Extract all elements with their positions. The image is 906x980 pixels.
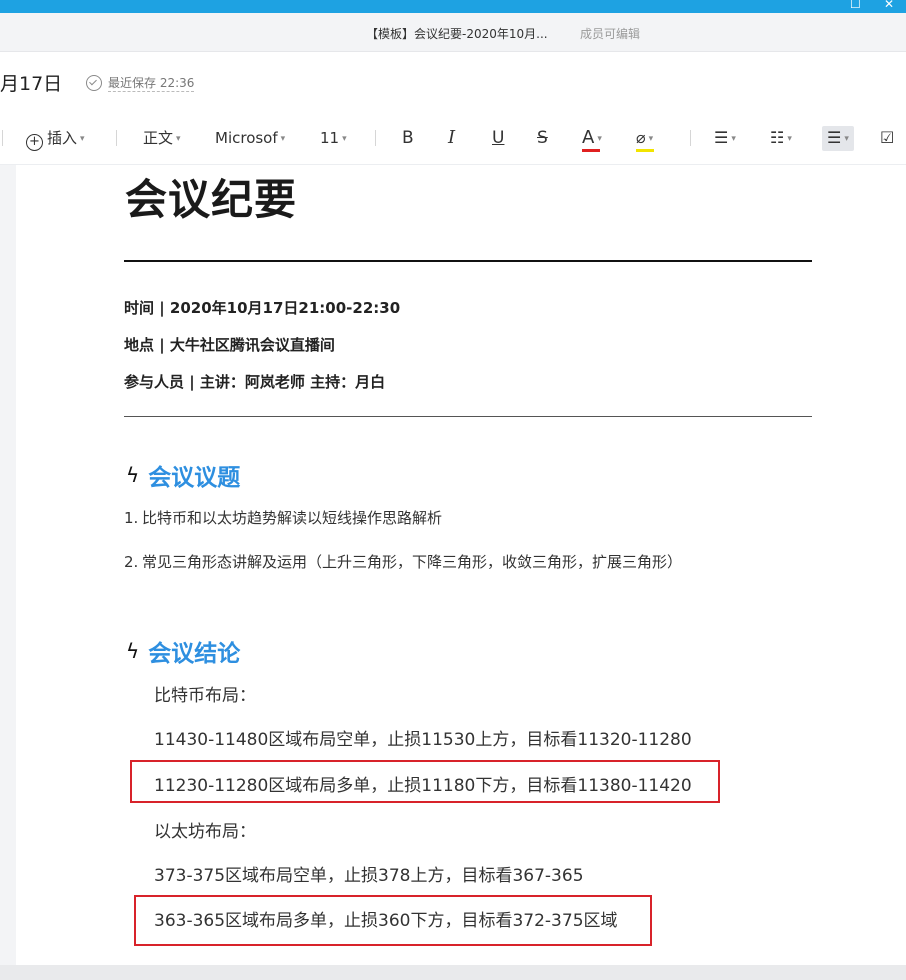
strikethrough-button[interactable]: S xyxy=(537,128,548,148)
font-size-select[interactable]: 11 ▾ xyxy=(320,128,347,149)
list-item: 1. 比特币和以太坊趋势解读以短线操作思路解析 xyxy=(124,507,442,528)
toolbar-separator xyxy=(690,130,691,146)
list-number: 1. xyxy=(124,509,139,527)
plus-circle-icon: + xyxy=(26,134,43,151)
bullet-list-icon: ☷ xyxy=(770,128,785,147)
list-text: 常见三角形态讲解及运用（上升三角形，下降三角形，收敛三角形，扩展三角形） xyxy=(142,553,683,571)
chevron-down-icon: ▾ xyxy=(342,133,347,144)
font-color-button[interactable]: A ▾ xyxy=(582,127,602,152)
list-item: 2. 常见三角形态讲解及运用（上升三角形，下降三角形，收敛三角形，扩展三角形） xyxy=(124,551,682,572)
save-status: 最近保存 22:36 xyxy=(86,74,195,92)
heading-divider xyxy=(124,260,812,262)
font-color-icon: A xyxy=(582,127,595,148)
section-agenda-title: 会议议题 xyxy=(148,465,241,491)
page-margin-left xyxy=(0,165,16,965)
bullet-list-button[interactable]: ☷ ▾ xyxy=(770,128,792,149)
meta-location: 地点 | 大牛社区腾讯会议直播间 xyxy=(124,336,335,354)
italic-button[interactable]: I xyxy=(448,128,455,148)
chevron-down-icon: ▾ xyxy=(648,133,654,144)
btc-layout-label: 比特币布局： xyxy=(154,686,256,706)
numbered-list-icon: ☰ xyxy=(827,128,842,147)
meta-participants: 参与人员 | 主讲：阿岚老师 主持：月白 xyxy=(124,373,386,391)
section-conclusion-title: 会议结论 xyxy=(148,641,241,667)
chevron-down-icon: ▾ xyxy=(597,133,602,144)
check-circle-icon xyxy=(86,75,102,91)
toolbar-separator xyxy=(2,130,3,146)
chevron-down-icon: ▾ xyxy=(844,133,849,144)
document-tab-bar: 【模板】会议纪要-2020年10月... 成员可编辑 xyxy=(0,13,906,52)
checklist-button[interactable]: ☑ xyxy=(880,128,894,148)
format-toolbar: + 插入 ▾ 正文 ▾ Microsof ▾ 11 ▾ B I U S A ▾ ⌀ ▾ ☰… xyxy=(0,112,906,165)
chevron-down-icon: ▾ xyxy=(787,133,792,144)
document-date-heading: 月17日 xyxy=(0,73,63,95)
document-info-bar: 月17日 最近保存 22:36 xyxy=(0,52,906,112)
document-heading: 会议纪要 xyxy=(125,175,298,224)
toolbar-separator xyxy=(375,130,376,146)
align-left-icon: ☰ xyxy=(714,128,729,147)
paragraph-style-select[interactable]: 正文 ▾ xyxy=(143,128,181,149)
chevron-down-icon: ▾ xyxy=(80,133,85,144)
paragraph-style-value: 正文 xyxy=(143,129,174,147)
insert-label: 插入 xyxy=(47,129,78,147)
highlight-box-btc-long xyxy=(130,760,720,803)
chevron-down-icon: ▾ xyxy=(280,133,286,144)
chevron-down-icon: ▾ xyxy=(731,133,736,144)
section-agenda-heading: ϟ 会议议题 xyxy=(126,458,240,492)
window-titlebar: ☐ ✕ xyxy=(0,0,906,13)
font-family-select[interactable]: Microsof ▾ xyxy=(215,128,285,149)
status-bar xyxy=(0,965,906,980)
eth-short-plan: 373-375区域布局空单，止损378上方，目标看367-365 xyxy=(154,866,584,886)
save-status-text[interactable]: 最近保存 22:36 xyxy=(108,74,195,92)
highlight-swatch xyxy=(636,149,654,152)
toolbar-separator xyxy=(116,130,117,146)
bold-button[interactable]: B xyxy=(402,128,414,148)
lightning-icon: ϟ xyxy=(126,463,140,487)
underline-button[interactable]: U xyxy=(492,128,504,148)
lightning-icon: ϟ xyxy=(126,639,140,663)
list-text: 比特币和以太坊趋势解读以短线操作思路解析 xyxy=(142,509,443,527)
align-button[interactable]: ☰ ▾ xyxy=(714,128,736,149)
numbered-list-button[interactable]: ☰ ▾ xyxy=(822,126,854,151)
highlight-color-button[interactable]: ⌀ ▾ xyxy=(636,128,654,152)
meta-time: 时间 | 2020年10月17日21:00-22:30 xyxy=(124,299,401,317)
insert-button[interactable]: + 插入 ▾ xyxy=(26,128,85,151)
chevron-down-icon: ▾ xyxy=(176,133,181,144)
highlighter-icon: ⌀ xyxy=(636,128,646,147)
highlight-box-eth-long xyxy=(134,895,652,946)
collab-status: 成员可编辑 xyxy=(580,27,641,41)
section-conclusion-heading: ϟ 会议结论 xyxy=(126,634,240,668)
font-family-value: Microsof xyxy=(215,129,278,147)
font-color-swatch xyxy=(582,149,600,152)
font-size-value: 11 xyxy=(320,129,340,147)
btc-short-plan: 11430-11480区域布局空单，止损11530上方，目标看11320-112… xyxy=(154,730,692,750)
eth-layout-label: 以太坊布局： xyxy=(154,822,256,842)
close-icon[interactable]: ✕ xyxy=(884,0,894,11)
maximize-icon[interactable]: ☐ xyxy=(850,0,861,11)
list-number: 2. xyxy=(124,553,139,571)
meta-divider xyxy=(124,416,812,417)
checkbox-icon: ☑ xyxy=(880,128,895,147)
document-title[interactable]: 【模板】会议纪要-2020年10月... xyxy=(366,25,548,42)
